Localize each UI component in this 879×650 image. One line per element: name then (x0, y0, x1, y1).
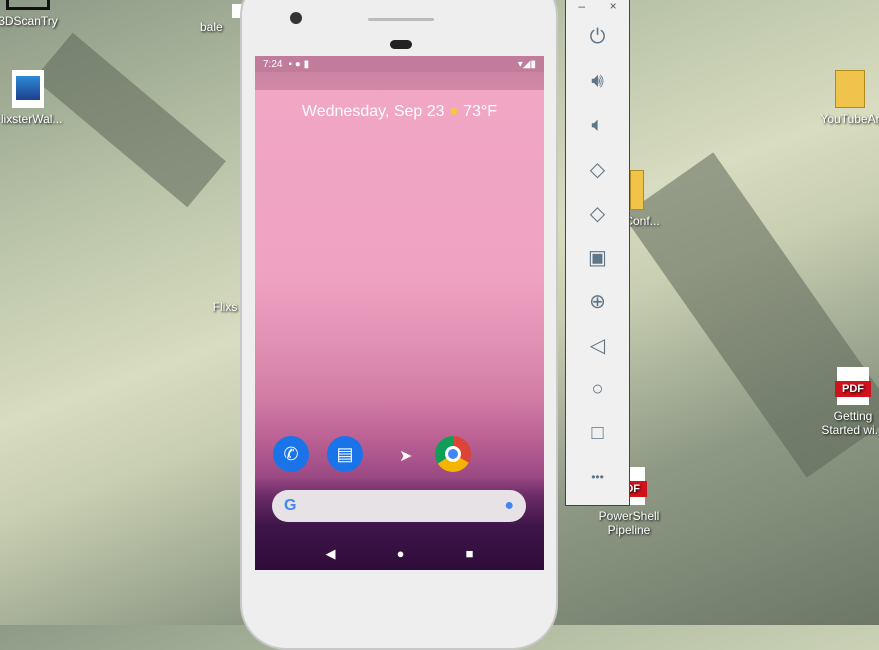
desktop-icon-flixsterwal[interactable]: FlixsterWal... (0, 70, 68, 126)
pdf-icon: PDF (835, 367, 871, 405)
camera-icon (290, 12, 302, 24)
notification-icons: ▪ ● ▮ (288, 58, 310, 70)
more-button[interactable]: ••• (566, 455, 629, 499)
back-button[interactable]: ◁ (566, 323, 629, 367)
home-button[interactable]: ○ (566, 367, 629, 411)
back-button[interactable]: ◀ (326, 546, 336, 562)
messages-app-icon[interactable]: ▤ (327, 436, 363, 472)
clock: 7:24 (263, 58, 283, 70)
android-home-screen[interactable]: 7:24 ▪ ● ▮ ▾◢▮ Wednesday, Sep 23 ● 73°F ✆ … (255, 56, 544, 570)
desktop-icon-getting-started[interactable]: PDF Getting Started wi... (813, 367, 879, 437)
desktop-icon-flixs[interactable]: Flixs (205, 300, 245, 314)
rotate-right-button[interactable]: ◇ (566, 191, 629, 235)
icon-label: YouTubeAr (820, 112, 879, 126)
status-bar: 7:24 ▪ ● ▮ ▾◢▮ (255, 56, 544, 72)
close-button[interactable]: × (610, 0, 617, 15)
icon-label: Getting Started wi... (821, 409, 879, 437)
icon-label: FlixsterWal... (0, 112, 63, 126)
date-text: Wednesday, Sep 23 (301, 103, 445, 120)
icon-label: Flixs (212, 300, 238, 314)
weather-icon: ● (448, 103, 459, 120)
desktop-icon-3dscantry[interactable]: 3DScanTry (0, 0, 68, 28)
google-logo: G (284, 497, 297, 514)
phone-app-icon[interactable]: ✆ (273, 436, 309, 472)
emulator-toolbar: – × ⏻ 🔊︎ 🔈︎ ◇ ◇ ▣ ⊕ ◁ ○ □ ••• (565, 0, 630, 506)
icon-label: bale (200, 20, 223, 34)
minimize-button[interactable]: – (578, 0, 585, 15)
earpiece (390, 40, 412, 49)
at-a-glance-widget[interactable]: Wednesday, Sep 23 ● 73°F (255, 103, 544, 121)
icon-label: PowerShell Pipeline (598, 509, 660, 537)
zoom-button[interactable]: ⊕ (566, 279, 629, 323)
desktop-icon-youtubear[interactable]: YouTubeAr (810, 70, 879, 126)
recents-button[interactable]: ■ (466, 546, 474, 562)
icon-label: 3DScanTry (0, 14, 58, 28)
overview-button[interactable]: □ (566, 411, 629, 455)
screenshot-button[interactable]: ▣ (566, 235, 629, 279)
assistant-icon[interactable]: ● (504, 497, 514, 515)
power-button[interactable]: ⏻ (566, 15, 629, 59)
chrome-app-icon[interactable] (435, 436, 471, 472)
speaker-grille (368, 18, 434, 21)
google-search-bar[interactable]: G ● (272, 490, 526, 522)
volume-down-button[interactable]: 🔈︎ (566, 103, 629, 147)
signal-battery-icon: ▾◢▮ (517, 58, 536, 70)
rotate-left-button[interactable]: ◇ (566, 147, 629, 191)
temperature: 73°F (463, 103, 498, 120)
volume-up-button[interactable]: 🔊︎ (566, 59, 629, 103)
home-button[interactable]: ● (397, 546, 405, 562)
mouse-cursor: ➤ (399, 448, 413, 465)
navigation-bar: ◀ ● ■ (255, 546, 544, 562)
